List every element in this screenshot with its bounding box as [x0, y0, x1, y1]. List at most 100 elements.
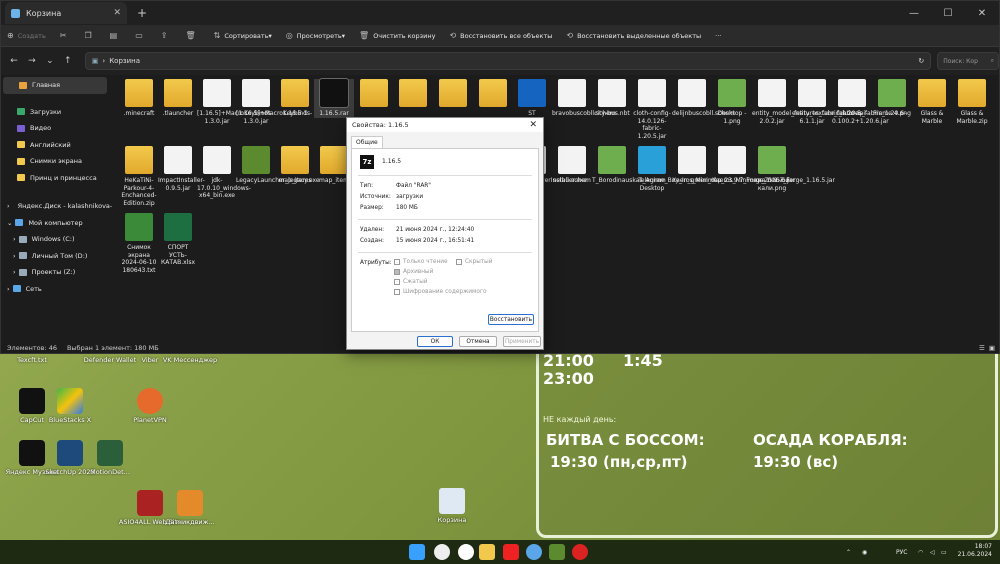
- refresh-icon[interactable]: ↻: [918, 57, 924, 65]
- sidebar-item-drive-c[interactable]: › Windows (C:): [1, 231, 109, 248]
- file-item[interactable]: fabric-api-0.100.2+1.20.6.jar: [832, 79, 889, 125]
- search-input[interactable]: Поиск: Кор ⌕: [937, 52, 999, 70]
- file-item[interactable]: jdk-17.0.10_windows-x64_bin.exe: [197, 146, 251, 200]
- file-item[interactable]: [433, 79, 473, 110]
- apply-button[interactable]: Применить: [503, 336, 541, 347]
- file-item[interactable]: [1.16.5]+MacroKeybinds-1.3.0.jar: [236, 79, 312, 125]
- chevron-up-icon[interactable]: ⌃: [846, 549, 851, 556]
- restore-button[interactable]: Восстановить: [488, 314, 534, 325]
- tab-recycle-bin[interactable]: Корзина ✕: [5, 2, 127, 24]
- file-item[interactable]: cloth-config-14.0.126-fabric-1.20.5.jar: [632, 79, 672, 140]
- file-item[interactable]: seibu.schem: [552, 146, 592, 185]
- file-item[interactable]: кка лесной кали.png: [752, 146, 792, 192]
- desktop-icon[interactable]: Корзина: [420, 488, 484, 524]
- sidebar-item-drive-z[interactable]: › Проекты (Z:): [1, 264, 109, 281]
- sidebar-item-video[interactable]: Видео: [1, 120, 109, 137]
- sidebar-item-downloads[interactable]: Загрузки: [1, 104, 109, 121]
- file-item[interactable]: 1.16.5.rar: [314, 78, 354, 118]
- file-item[interactable]: Xaeros_Minimap_23.9.7_Forge_1.16.5.jar: [712, 146, 835, 185]
- forward-icon[interactable]: →: [25, 56, 39, 66]
- empty-bin-button[interactable]: 🗑 Очистить корзину: [359, 31, 435, 40]
- back-icon[interactable]: ←: [7, 56, 21, 66]
- desktop-icon[interactable]: Texcft.txt: [0, 356, 64, 364]
- file-item[interactable]: LegacyLauncher_legacy.exe: [236, 146, 320, 185]
- tiles-view-icon[interactable]: ▣: [989, 344, 995, 352]
- readonly-checkbox[interactable]: Только чтение: [394, 259, 448, 265]
- tray-app-icon[interactable]: ◉: [862, 549, 867, 556]
- opera-icon[interactable]: [572, 544, 588, 560]
- file-item[interactable]: entity_texture_features_fabric_1.20.6-6.…: [792, 79, 906, 125]
- close-tab-icon[interactable]: ✕: [113, 8, 121, 18]
- desktop-icon[interactable]: Датчикдвиж...: [158, 490, 222, 526]
- up-icon[interactable]: ↑: [61, 56, 75, 66]
- create-button[interactable]: ⊕ Создать: [7, 31, 46, 40]
- start-icon[interactable]: [409, 544, 425, 560]
- yandex-browser-icon[interactable]: [458, 544, 474, 560]
- sort-button[interactable]: ⇅ Сортировать ▾: [214, 31, 272, 40]
- view-button[interactable]: ◎ Просмотреть ▾: [286, 31, 345, 40]
- minimize-button[interactable]: —: [897, 8, 931, 19]
- encrypted-checkbox[interactable]: Шифрование содержимого: [394, 289, 487, 295]
- file-item[interactable]: ST: [512, 79, 552, 118]
- file-item[interactable]: entity_model_features_fabric_1.20.5-2.0.…: [752, 79, 863, 125]
- file-item[interactable]: 1.16.5 1: [275, 79, 315, 118]
- desktop-icon[interactable]: VK Мессенджер: [158, 356, 222, 364]
- sidebar-item-drive-d[interactable]: › Личный Том (D:): [1, 248, 109, 265]
- desktop-icon[interactable]: BlueStacks X: [38, 388, 102, 424]
- battery-icon[interactable]: ▭: [941, 549, 947, 556]
- delete-icon[interactable]: 🗑: [185, 31, 199, 40]
- file-item[interactable]: map_items: [275, 146, 315, 185]
- more-options-button[interactable]: ···: [715, 32, 721, 40]
- file-item[interactable]: Снимок экрана 2024-06-10 180643.txt: [119, 213, 159, 274]
- file-item[interactable]: Frame 4.png: [872, 79, 912, 118]
- youtube-icon[interactable]: [503, 544, 519, 560]
- close-window-button[interactable]: ✕: [965, 8, 999, 19]
- ok-button[interactable]: ОК: [417, 336, 453, 347]
- volume-icon[interactable]: ◁: [930, 549, 935, 556]
- file-item[interactable]: Glass & Marble.zip: [952, 79, 992, 125]
- file-item[interactable]: .minecraft: [119, 79, 159, 118]
- file-item[interactable]: Xaeros_Minimap_23.9.7_Forge_1.16.5.jar: [672, 146, 795, 185]
- maximize-button[interactable]: ☐: [931, 8, 965, 19]
- file-item[interactable]: bravobuscobll.schem: [552, 79, 616, 118]
- filename-field[interactable]: 1.16.5: [382, 158, 532, 168]
- file-item[interactable]: .tlauncher: [158, 79, 198, 118]
- share-icon[interactable]: ⇪: [161, 31, 172, 40]
- sidebar-item-folder[interactable]: Снимки экрана: [1, 153, 109, 170]
- tab-general[interactable]: Общие: [351, 136, 383, 148]
- cancel-button[interactable]: Отмена: [459, 336, 497, 347]
- file-item[interactable]: Telegram Desktop: [632, 146, 672, 192]
- archive-checkbox[interactable]: Архивный: [394, 269, 433, 275]
- restore-selected-button[interactable]: ⟲ Восстановить выделенные объекты: [566, 31, 701, 40]
- close-icon[interactable]: ✕: [529, 120, 537, 130]
- file-item[interactable]: СПОРТ УСТЬ-КАТАВ.xlsx: [158, 213, 198, 267]
- compressed-checkbox[interactable]: Сжатый: [394, 279, 428, 285]
- clock[interactable]: 18:07 21.06.2024: [958, 543, 992, 559]
- search-icon[interactable]: [434, 544, 450, 560]
- address-bar[interactable]: ▣ › Корзина ↻: [84, 52, 932, 70]
- file-explorer-icon[interactable]: [479, 544, 495, 560]
- file-item[interactable]: [1.16.5]+MacroKeybinds-1.3.0.jar: [197, 79, 273, 125]
- hidden-checkbox[interactable]: Скрытый: [456, 259, 493, 265]
- paste-icon[interactable]: ▤: [110, 31, 122, 40]
- sidebar-item-this-pc[interactable]: ⌄ Мой компьютер: [1, 215, 109, 232]
- desktop-icon[interactable]: PlanetVPN: [118, 388, 182, 424]
- sidebar-item-home[interactable]: Главная: [3, 77, 107, 94]
- desktop-icon[interactable]: MotionDet...: [78, 440, 142, 476]
- file-item[interactable]: Glass & Marble: [912, 79, 952, 125]
- file-item[interactable]: [393, 79, 433, 110]
- file-item[interactable]: city-bus.nbt: [592, 79, 632, 118]
- sidebar-item-folder[interactable]: Принц и принцесса: [1, 170, 109, 187]
- wifi-icon[interactable]: ◠: [918, 549, 923, 556]
- file-item[interactable]: HeKaTiNi-Parkour-4-Enchanced-Edition.zip: [119, 146, 159, 207]
- rename-icon[interactable]: ▭: [135, 31, 147, 40]
- sidebar-item-network[interactable]: › Сеть: [1, 281, 109, 298]
- cut-icon[interactable]: ✂: [60, 31, 71, 40]
- details-view-icon[interactable]: ☰: [979, 344, 985, 352]
- file-item[interactable]: [473, 79, 513, 110]
- language-indicator[interactable]: РУС: [896, 549, 907, 556]
- chevron-down-icon[interactable]: ⌄: [43, 56, 57, 66]
- file-item[interactable]: Desktop - 1.png: [712, 79, 752, 125]
- restore-all-button[interactable]: ⟲ Восстановить все объекты: [449, 31, 552, 40]
- file-item[interactable]: [354, 79, 394, 110]
